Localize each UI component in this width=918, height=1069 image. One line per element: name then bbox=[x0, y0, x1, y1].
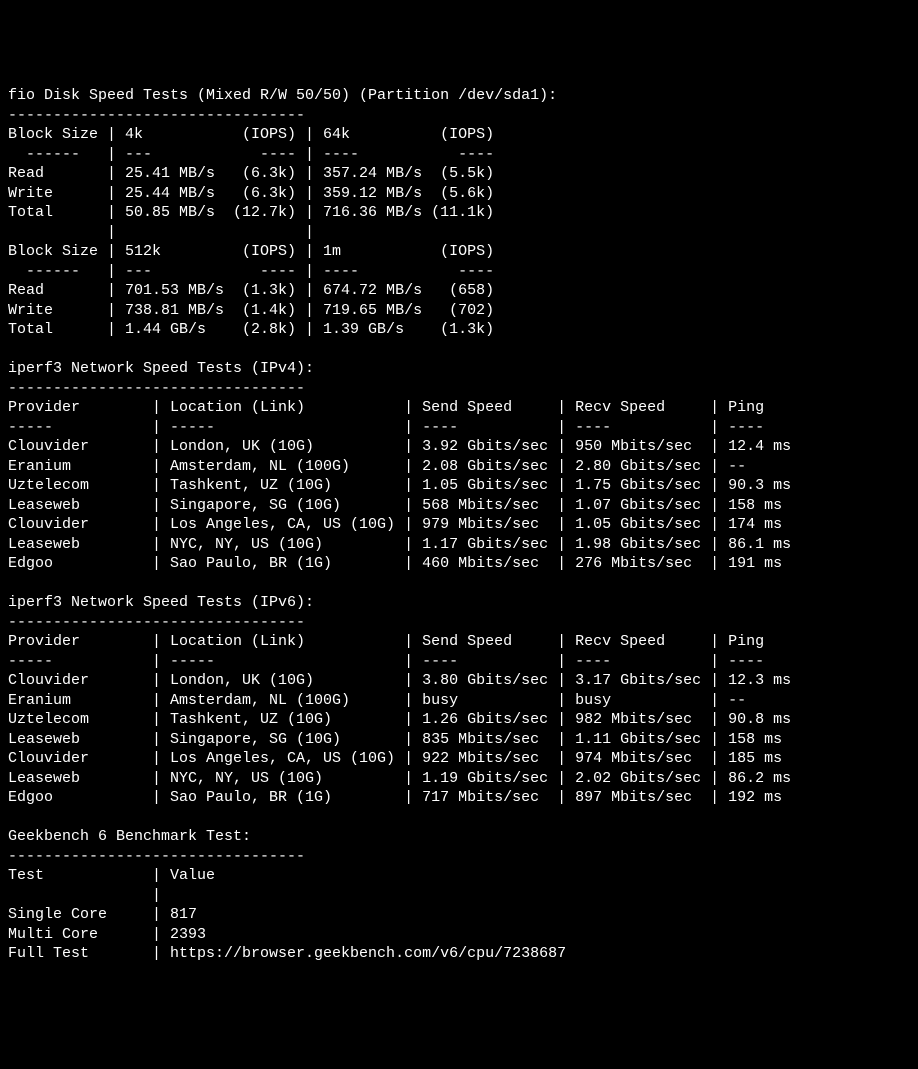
terminal-output: fio Disk Speed Tests (Mixed R/W 50/50) (… bbox=[8, 86, 910, 964]
